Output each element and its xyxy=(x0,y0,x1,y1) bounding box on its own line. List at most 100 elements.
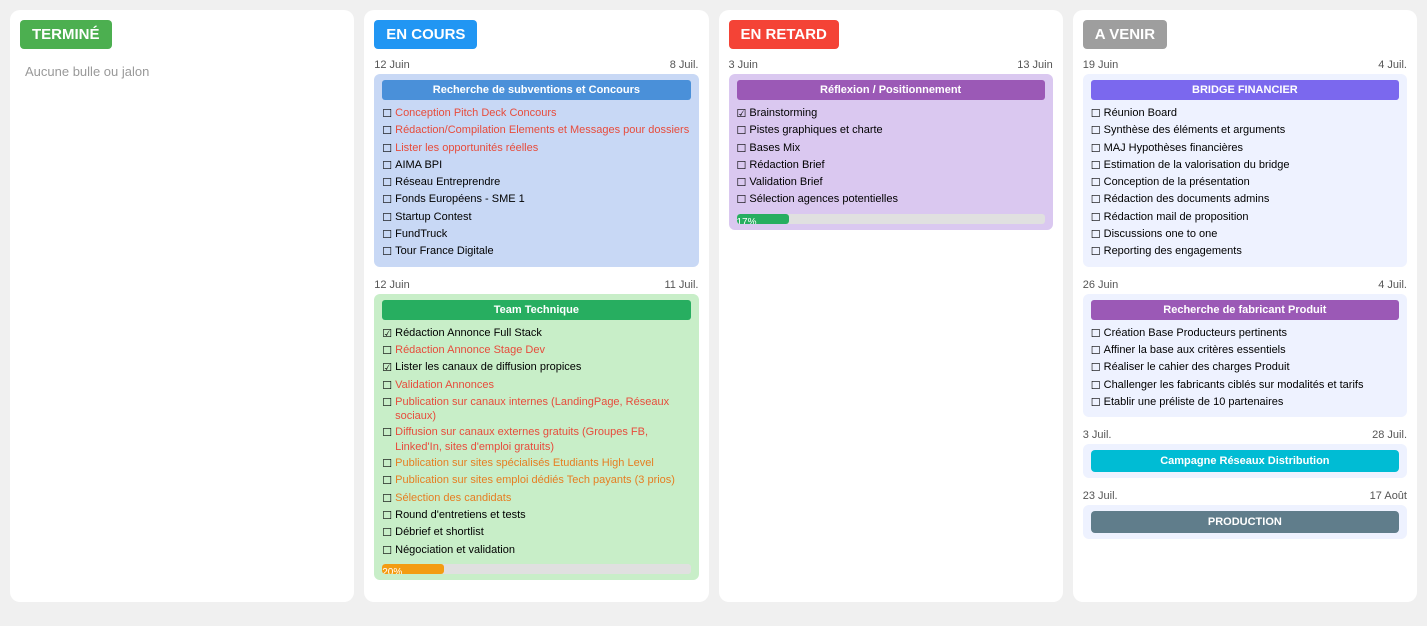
card-meta: 12 Juin 11 Juil. xyxy=(374,279,698,291)
list-item: ☐Round d'entretiens et tests xyxy=(382,507,690,524)
checkbox-icon: ☐ xyxy=(382,474,392,488)
checkbox-icon: ☐ xyxy=(382,245,392,259)
item-text: Débrief et shortlist xyxy=(395,525,484,539)
item-text: Estimation de la valorisation du bridge xyxy=(1104,158,1290,172)
list-item: ☐Sélection agences potentielles xyxy=(737,191,1045,208)
list-item: ☐Réaliser le cahier des charges Produit xyxy=(1091,359,1399,376)
checkbox-icon: ☐ xyxy=(1091,107,1101,121)
checkbox-icon: ☐ xyxy=(382,544,392,558)
list-item: ☐Pistes graphiques et charte xyxy=(737,122,1045,139)
checkbox-icon: ☐ xyxy=(382,379,392,393)
list-item: ☐Rédaction/Compilation Elements et Messa… xyxy=(382,122,690,139)
kanban-board: TERMINÉAucune bulle ou jalonEN COURS12 J… xyxy=(10,10,1417,602)
list-item: ☑Lister les canaux de diffusion propices xyxy=(382,359,690,376)
list-item: ☐Tour France Digitale xyxy=(382,243,690,260)
progress-bar: 20% xyxy=(382,564,444,574)
list-item: ☐Discussions one to one xyxy=(1091,226,1399,243)
card-end-date: 17 Août xyxy=(1370,490,1407,502)
item-text: Rédaction Annonce Stage Dev xyxy=(395,343,545,357)
checkbox-icon: ☐ xyxy=(1091,379,1101,393)
column-avenir: A VENIR19 Juin4 Juil.BRIDGE FINANCIER☐Ré… xyxy=(1073,10,1417,602)
list-item: ☐Validation Annonces xyxy=(382,377,690,394)
item-text: Synthèse des éléments et arguments xyxy=(1104,123,1286,137)
column-encours: EN COURS12 Juin8 Juil.Recherche de subve… xyxy=(364,10,708,602)
progress-bar-container: 20% xyxy=(382,564,690,574)
checkbox-icon: ☑ xyxy=(737,107,747,121)
list-item: ☐Réseau Entreprendre xyxy=(382,174,690,191)
item-text: MAJ Hypothèses financières xyxy=(1104,141,1243,155)
checkbox-icon: ☐ xyxy=(382,509,392,523)
item-text: Sélection agences potentielles xyxy=(749,192,898,206)
card-title: Team Technique xyxy=(382,300,690,320)
list-item: ☐Affiner la base aux critères essentiels xyxy=(1091,342,1399,359)
item-text: Validation Annonces xyxy=(395,378,494,392)
list-item: ☐Reporting des engagements xyxy=(1091,243,1399,260)
list-item: ☐Fonds Européens - SME 1 xyxy=(382,191,690,208)
card-title: Réflexion / Positionnement xyxy=(737,80,1045,100)
list-item: ☐Réunion Board xyxy=(1091,105,1399,122)
card-start-date: 23 Juil. xyxy=(1083,490,1118,502)
list-item: ☐Création Base Producteurs pertinents xyxy=(1091,325,1399,342)
card-end-date: 8 Juil. xyxy=(670,59,699,71)
checkbox-icon: ☐ xyxy=(382,457,392,471)
item-text: Publication sur sites spécialisés Etudia… xyxy=(395,456,654,470)
card-wrapper-retard-0: 3 Juin 13 Juin Réflexion / Positionnement ☑… xyxy=(729,59,1053,230)
list-item: ☐Synthèse des éléments et arguments xyxy=(1091,122,1399,139)
checkbox-icon: ☐ xyxy=(382,492,392,506)
column-termine: TERMINÉ Aucune bulle ou jalon xyxy=(10,10,354,602)
item-text: Rédaction des documents admins xyxy=(1104,192,1270,206)
item-text: Rédaction Brief xyxy=(749,158,824,172)
card-items: ☐Réunion Board☐Synthèse des éléments et … xyxy=(1091,105,1399,261)
card-start-date: 3 Juin xyxy=(729,59,758,71)
list-item: ☐Publication sur sites emploi dédiés Tec… xyxy=(382,472,690,489)
list-item: ☐Négociation et validation xyxy=(382,542,690,559)
card-title: PRODUCTION xyxy=(1091,511,1399,533)
card: Recherche de subventions et Concours☐Con… xyxy=(374,74,698,267)
card-items: ☐Conception Pitch Deck Concours☐Rédactio… xyxy=(382,105,690,261)
item-text: Réseau Entreprendre xyxy=(395,175,500,189)
card-end-date: 4 Juil. xyxy=(1378,59,1407,71)
card-start-date: 12 Juin xyxy=(374,279,409,291)
card-items: ☑Brainstorming☐Pistes graphiques et char… xyxy=(737,105,1045,209)
card-start-date: 26 Juin xyxy=(1083,279,1118,291)
list-item: ☐Validation Brief xyxy=(737,174,1045,191)
empty-label: Aucune bulle ou jalon xyxy=(20,59,344,84)
card-end-date: 13 Juin xyxy=(1017,59,1052,71)
column-header-termine: TERMINÉ xyxy=(20,20,112,49)
checkbox-icon: ☐ xyxy=(1091,211,1101,225)
item-text: Challenger les fabricants ciblés sur mod… xyxy=(1104,378,1364,392)
card: BRIDGE FINANCIER☐Réunion Board☐Synthèse … xyxy=(1083,74,1407,267)
checkbox-icon: ☐ xyxy=(737,176,747,190)
card-meta: 23 Juil. 17 Août xyxy=(1083,490,1407,502)
card-start-date: 19 Juin xyxy=(1083,59,1118,71)
list-item: ☐Etablir une préliste de 10 partenaires xyxy=(1091,394,1399,411)
list-item: ☐AIMA BPI xyxy=(382,157,690,174)
card-wrapper-avenir-3: 23 Juil. 17 Août PRODUCTION xyxy=(1083,490,1407,539)
list-item: ☐Challenger les fabricants ciblés sur mo… xyxy=(1091,377,1399,394)
checkbox-icon: ☐ xyxy=(382,107,392,121)
checkbox-icon: ☐ xyxy=(737,159,747,173)
list-item: ☑Brainstorming xyxy=(737,105,1045,122)
card: Réflexion / Positionnement ☑Brainstorming… xyxy=(729,74,1053,230)
card-title: BRIDGE FINANCIER xyxy=(1091,80,1399,100)
item-text: AIMA BPI xyxy=(395,158,442,172)
card-meta: 3 Juin 13 Juin xyxy=(729,59,1053,71)
list-item: ☐Conception Pitch Deck Concours xyxy=(382,105,690,122)
item-text: Startup Contest xyxy=(395,210,471,224)
checkbox-icon: ☐ xyxy=(737,193,747,207)
card-wrapper-avenir-0: 19 Juin 4 Juil. BRIDGE FINANCIER ☐Réunion B… xyxy=(1083,59,1407,267)
card-end-date: 11 Juil. xyxy=(664,279,698,291)
item-text: Pistes graphiques et charte xyxy=(749,123,882,137)
list-item: ☑Rédaction Annonce Full Stack xyxy=(382,325,690,342)
checkbox-icon: ☐ xyxy=(1091,245,1101,259)
card-meta: 3 Juil.28 Juil. xyxy=(1083,429,1407,441)
item-text: Création Base Producteurs pertinents xyxy=(1104,326,1287,340)
item-text: Brainstorming xyxy=(749,106,817,120)
progress-label: 20% xyxy=(382,567,402,574)
list-item: ☐Startup Contest xyxy=(382,209,690,226)
card-meta: 19 Juin 4 Juil. xyxy=(1083,59,1407,71)
card: PRODUCTION xyxy=(1083,505,1407,539)
card-wrapper-avenir-1: 26 Juin4 Juil.Recherche de fabricant Pro… xyxy=(1083,279,1407,417)
checkbox-icon: ☑ xyxy=(382,361,392,375)
progress-label: 17% xyxy=(737,217,757,224)
